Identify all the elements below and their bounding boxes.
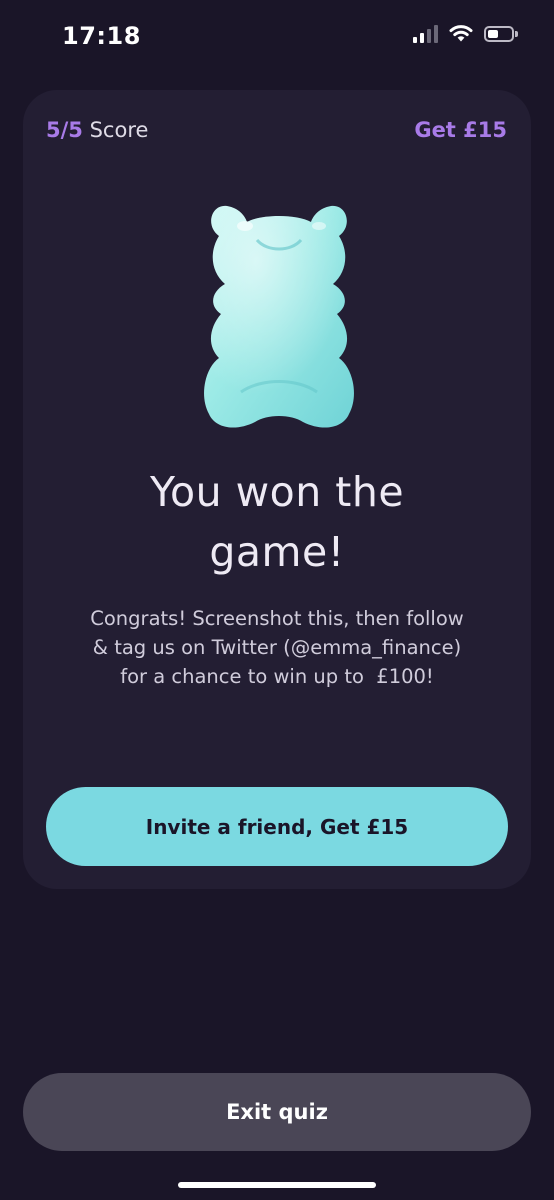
gummy-bear-icon bbox=[204, 205, 354, 428]
result-message: Congrats! Screenshot this, then follow &… bbox=[47, 604, 507, 691]
result-headline: You won the game! bbox=[23, 462, 531, 582]
signal-icon bbox=[413, 24, 438, 43]
get-reward-link[interactable]: Get £15 bbox=[414, 118, 507, 142]
message-line-1: Congrats! Screenshot this, then follow bbox=[90, 607, 464, 630]
wifi-icon bbox=[449, 25, 473, 42]
headline-line-2: game! bbox=[209, 528, 345, 576]
result-card: 5/5 Score Get £15 You won the game! Cong… bbox=[23, 90, 531, 889]
invite-friend-button[interactable]: Invite a friend, Get £15 bbox=[46, 787, 508, 866]
headline-line-1: You won the bbox=[149, 468, 405, 516]
home-indicator[interactable] bbox=[178, 1182, 376, 1188]
score-indicator: 5/5 Score bbox=[46, 118, 148, 142]
score-value: 5/5 bbox=[46, 118, 83, 142]
message-line-2: & tag us on Twitter (@emma_finance) bbox=[92, 636, 462, 659]
status-time: 17:18 bbox=[62, 22, 141, 50]
status-bar: 17:18 bbox=[0, 0, 554, 76]
exit-quiz-button[interactable]: Exit quiz bbox=[23, 1073, 531, 1151]
score-label: Score bbox=[89, 118, 149, 142]
battery-level-fill bbox=[488, 29, 498, 38]
status-icons bbox=[413, 24, 518, 43]
battery-icon bbox=[484, 25, 518, 42]
message-line-3: for a chance to win up to £100! bbox=[120, 665, 434, 688]
